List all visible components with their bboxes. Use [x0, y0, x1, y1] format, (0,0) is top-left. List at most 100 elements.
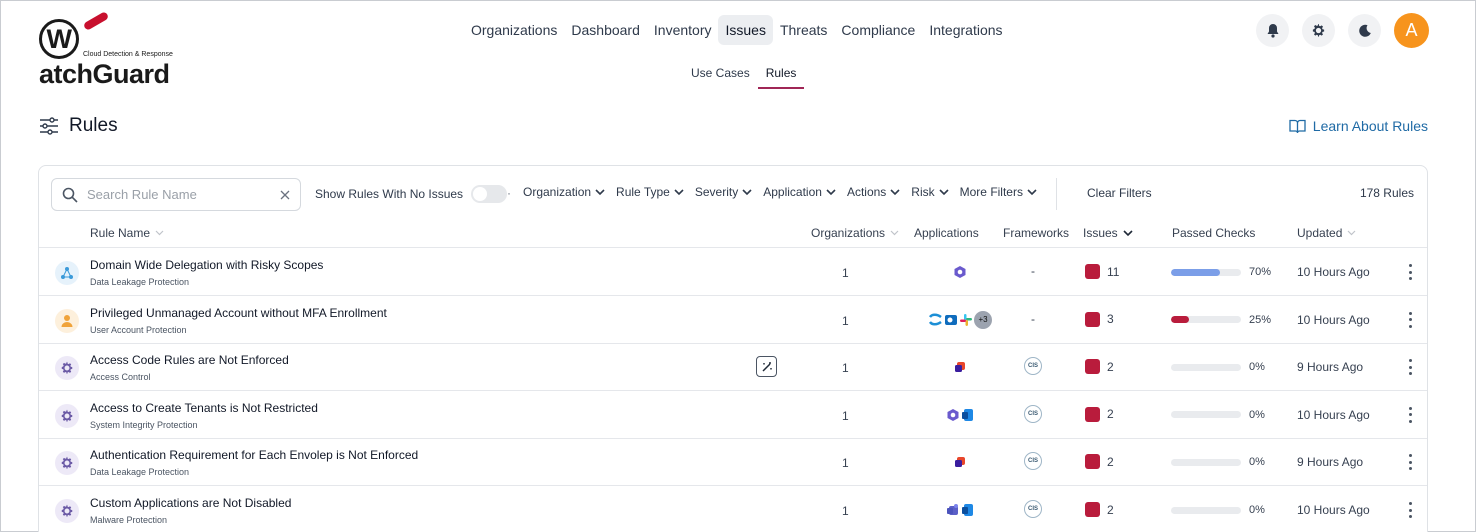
col-issues[interactable]: Issues — [1083, 226, 1133, 240]
cis-framework-icon: CIS — [1024, 357, 1042, 376]
search-input[interactable]: Search Rule Name — [51, 178, 301, 211]
issues-cell[interactable]: 2 — [1085, 454, 1114, 470]
subnav-rules[interactable]: Rules — [757, 63, 805, 89]
passed-checks-bar — [1171, 506, 1241, 514]
subnav-use-cases[interactable]: Use Cases — [683, 63, 758, 89]
confluence-icon — [928, 313, 942, 326]
settings-button[interactable] — [1302, 14, 1335, 47]
kebab-dot — [1408, 406, 1412, 410]
rule-name[interactable]: Access to Create Tenants is Not Restrict… — [90, 401, 318, 415]
clear-filters-button[interactable]: Clear Filters — [1087, 186, 1152, 200]
applications-cell — [915, 262, 1005, 282]
rule-type-icon — [55, 499, 79, 523]
more-apps-badge[interactable]: +3 — [974, 310, 992, 329]
user-avatar[interactable]: A — [1394, 13, 1429, 48]
row-menu-button[interactable] — [1403, 452, 1417, 472]
issues-cell[interactable]: 2 — [1085, 406, 1114, 422]
m365-icon — [955, 362, 965, 373]
rule-name[interactable]: Privileged Unmanaged Account without MFA… — [90, 306, 387, 320]
nav-inventory[interactable]: Inventory — [647, 15, 719, 45]
passed-checks-cell: 0% — [1171, 456, 1265, 468]
cis-framework-icon: CIS — [1024, 500, 1042, 518]
rule-name[interactable]: Access Code Rules are Not Enforced — [90, 353, 289, 367]
col-applications: Applications — [914, 226, 979, 240]
share-nodes-icon — [61, 267, 73, 279]
filter-label: Actions — [846, 185, 887, 199]
filter-application[interactable]: Application — [763, 185, 836, 199]
nav-organizations[interactable]: Organizations — [464, 15, 564, 45]
kebab-dot — [1408, 419, 1412, 423]
row-menu-button[interactable] — [1403, 357, 1417, 377]
table-row[interactable]: Access to Create Tenants is Not Restrict… — [39, 392, 1427, 439]
passed-checks-pct: 0% — [1249, 408, 1265, 421]
bell-icon — [1267, 24, 1278, 38]
nav-compliance[interactable]: Compliance — [834, 15, 922, 45]
magic-wand-icon — [761, 361, 772, 372]
watchguard-logo[interactable]: WatchGuard Cloud Detection & Response — [39, 11, 189, 89]
search-placeholder: Search Rule Name — [87, 187, 197, 202]
issues-cell[interactable]: 11 — [1085, 264, 1119, 279]
rule-name[interactable]: Authentication Requirement for Each Envo… — [90, 448, 418, 462]
issues-cell[interactable]: 2 — [1085, 359, 1114, 375]
filter-actions[interactable]: Actions — [847, 185, 900, 199]
nav-issues[interactable]: Issues — [718, 15, 773, 45]
col-updated-label: Updated — [1297, 226, 1343, 240]
auto-remediate-button[interactable] — [756, 356, 777, 378]
filter-rule-type[interactable]: Rule Type — [616, 185, 684, 199]
rule-name[interactable]: Custom Applications are Not Disabled — [90, 496, 291, 510]
chevron-down-icon — [595, 188, 605, 195]
severity-indicator — [1085, 264, 1100, 279]
row-menu-button[interactable] — [1403, 500, 1417, 520]
nav-integrations[interactable]: Integrations — [922, 15, 1009, 45]
gear-icon — [1312, 23, 1325, 37]
passed-checks-bar — [1171, 458, 1241, 466]
filter-label: Application — [763, 185, 822, 199]
user-icon — [61, 315, 73, 328]
filter-risk[interactable]: Risk — [911, 185, 949, 199]
col-rule-name[interactable]: Rule Name — [90, 226, 164, 240]
col-updated[interactable]: Updated — [1297, 226, 1356, 240]
notifications-button[interactable] — [1256, 14, 1289, 47]
show-no-issues-toggle[interactable] — [471, 185, 508, 203]
rule-type-icon — [55, 403, 79, 428]
issues-cell[interactable]: 3 — [1085, 311, 1114, 327]
nav-dashboard[interactable]: Dashboard — [564, 15, 647, 45]
cis-framework-icon: CIS — [1024, 404, 1042, 423]
table-row[interactable]: Domain Wide Delegation with Risky Scopes… — [39, 249, 1427, 296]
col-organizations[interactable]: Organizations — [811, 226, 899, 240]
passed-checks-bar — [1171, 363, 1241, 371]
frameworks-cell: - — [1023, 261, 1043, 281]
organizations-count: 1 — [842, 504, 849, 518]
organizations-count: 1 — [842, 266, 849, 280]
applications-cell: +3 — [915, 310, 1005, 330]
learn-about-rules-link[interactable]: Learn About Rules — [1289, 118, 1428, 134]
theme-toggle-button[interactable] — [1348, 14, 1381, 47]
google-workspace-icon — [954, 266, 966, 278]
issues-cell[interactable]: 2 — [1085, 502, 1114, 517]
issues-count: 2 — [1107, 407, 1114, 422]
sub-nav: Use Cases Rules — [683, 63, 805, 89]
passed-checks-pct: 0% — [1249, 361, 1265, 374]
rule-name[interactable]: Domain Wide Delegation with Risky Scopes — [90, 258, 323, 272]
filter-more-filters[interactable]: More Filters — [960, 185, 1037, 199]
updated-time: 10 Hours Ago — [1297, 407, 1370, 422]
chevron-down-icon — [826, 188, 836, 195]
table-row[interactable]: Access Code Rules are Not Enforced Access… — [39, 344, 1427, 392]
filter-severity[interactable]: Severity — [695, 185, 752, 199]
gear-icon — [61, 504, 73, 517]
rule-type-icon — [55, 451, 79, 476]
row-menu-button[interactable] — [1403, 310, 1417, 330]
row-menu-button[interactable] — [1403, 262, 1417, 282]
book-icon — [1289, 119, 1306, 133]
table-row[interactable]: Privileged Unmanaged Account without MFA… — [39, 297, 1427, 344]
clear-search-icon[interactable] — [280, 190, 290, 200]
filter-dropdowns: Organization Rule Type Severity Application… — [523, 185, 1037, 199]
row-menu-button[interactable] — [1403, 405, 1417, 425]
table-row[interactable]: Authentication Requirement for Each Envo… — [39, 439, 1427, 487]
show-no-issues-toggle-wrap: Show Rules With No Issues — [315, 185, 508, 203]
table-row[interactable]: Custom Applications are Not Disabled Malw… — [39, 487, 1427, 532]
chevron-down-icon — [890, 188, 900, 195]
filter-organization[interactable]: Organization — [523, 185, 605, 199]
kebab-dot — [1408, 413, 1412, 417]
nav-threats[interactable]: Threats — [773, 15, 834, 45]
